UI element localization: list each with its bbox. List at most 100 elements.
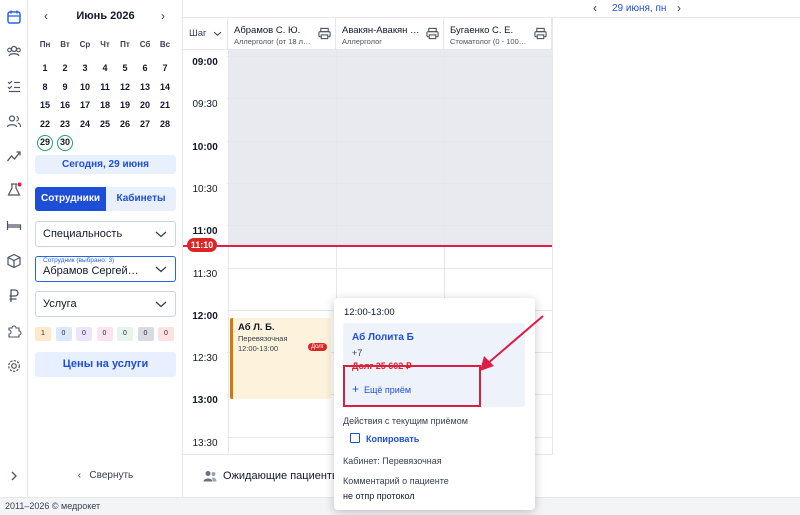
- time-label: 11:30: [192, 268, 218, 280]
- time-label: 13:00: [192, 395, 218, 407]
- calendar-day[interactable]: 12: [115, 82, 135, 92]
- calendar-header: ‹ Июнь 2026 ›: [28, 9, 183, 25]
- calendar-day[interactable]: 27: [135, 119, 155, 129]
- employee-column-header[interactable]: Абрамов С. Ю. Аллерголог (от 18 л…: [228, 18, 336, 50]
- time-gridline: [227, 98, 552, 100]
- employee-column-header[interactable]: Авакян-Авакян … Аллерголог: [336, 18, 444, 50]
- service-select[interactable]: Услуга: [35, 291, 176, 317]
- calendar-day[interactable]: 17: [75, 100, 95, 110]
- calendar-day[interactable]: 7: [155, 63, 175, 73]
- calendar-day[interactable]: 13: [135, 82, 155, 92]
- status-counter[interactable]: 0: [96, 327, 113, 341]
- employee-name: Абрамов С. Ю.: [234, 25, 301, 36]
- employee-column-header[interactable]: Бугаенко С. Е. Стоматолог (0 - 100…: [444, 18, 552, 50]
- calendar-day[interactable]: 30: [57, 135, 73, 151]
- calendar-day[interactable]: 10: [75, 82, 95, 92]
- calendar-next-button[interactable]: ›: [161, 9, 165, 23]
- calendar-day[interactable]: 22: [35, 119, 55, 129]
- calendar-day[interactable]: 19: [115, 100, 135, 110]
- sidebar-rail: [0, 0, 28, 497]
- column-divider: [228, 50, 229, 454]
- employee-name: Авакян-Авакян …: [342, 25, 420, 36]
- users-icon: [203, 471, 217, 482]
- chevron-down-icon: [155, 231, 167, 238]
- time-label: 12:00: [192, 310, 218, 322]
- calendar-day[interactable]: 20: [135, 100, 155, 110]
- copy-button[interactable]: Копировать: [350, 433, 419, 444]
- weekday-label: Вс: [159, 40, 171, 49]
- calendar-day[interactable]: 28: [155, 119, 175, 129]
- calendar-day[interactable]: 3: [75, 63, 95, 73]
- specialty-select[interactable]: Специальность: [35, 221, 176, 247]
- calendar-day[interactable]: 26: [115, 119, 135, 129]
- status-counter[interactable]: 0: [137, 327, 154, 341]
- calendar-day[interactable]: 4: [95, 63, 115, 73]
- expand-icon[interactable]: [6, 468, 22, 484]
- calendar-day[interactable]: 23: [55, 119, 75, 129]
- chart-icon[interactable]: [6, 148, 22, 164]
- prices-button[interactable]: Цены на услуги: [35, 352, 176, 377]
- appointment-card[interactable]: Аб Л. Б. Перевязочная 12:00-13:00 Долг: [230, 318, 331, 399]
- weekday-label: Пт: [120, 40, 130, 49]
- time-gridline: [227, 56, 552, 57]
- time-gridline: [227, 182, 552, 184]
- status-counter[interactable]: 0: [76, 327, 92, 341]
- step-label: Шаг: [189, 28, 207, 39]
- calendar-day[interactable]: 14: [155, 82, 175, 92]
- collapse-label: Свернуть: [89, 470, 134, 481]
- calendar-day[interactable]: 2: [55, 63, 75, 73]
- chevron-down-icon: [155, 266, 167, 273]
- calendar-day[interactable]: 1: [35, 63, 55, 73]
- time-label: 12:30: [192, 353, 218, 365]
- bed-icon[interactable]: [6, 217, 22, 233]
- status-counter[interactable]: 0: [158, 327, 174, 341]
- calendar-day[interactable]: 8: [35, 82, 55, 92]
- status-counter[interactable]: 0: [117, 327, 133, 341]
- patient-phone: +7: [352, 348, 363, 358]
- appointment-room: Перевязочная: [238, 334, 288, 343]
- calendar-day[interactable]: 11: [95, 82, 115, 92]
- puzzle-icon[interactable]: [6, 323, 22, 339]
- calendar-day[interactable]: 24: [75, 119, 95, 129]
- status-counter[interactable]: 1: [35, 327, 51, 341]
- box-icon[interactable]: [6, 253, 22, 269]
- ruble-icon[interactable]: [6, 288, 22, 304]
- current-date[interactable]: 29 июня, пн: [612, 3, 666, 14]
- calendar-day[interactable]: 6: [135, 63, 155, 73]
- tab-rooms[interactable]: Кабинеты: [106, 187, 176, 211]
- calendar-day[interactable]: 15: [35, 100, 55, 110]
- time-label: 10:30: [192, 183, 218, 195]
- calendar-icon[interactable]: [6, 9, 22, 25]
- print-icon[interactable]: [318, 27, 331, 40]
- weekday-label: Ср: [79, 40, 91, 49]
- calendar-day[interactable]: 21: [155, 100, 175, 110]
- print-icon[interactable]: [426, 27, 439, 40]
- checklist-icon[interactable]: [6, 78, 22, 94]
- gear-icon[interactable]: [6, 358, 22, 374]
- employee-specialty: Аллерголог (от 18 л…: [234, 37, 311, 46]
- today-button[interactable]: Сегодня, 29 июня: [35, 155, 176, 174]
- calendar-day[interactable]: 29: [37, 135, 53, 151]
- calendar-day[interactable]: 16: [55, 100, 75, 110]
- print-icon[interactable]: [534, 27, 547, 40]
- date-next-button[interactable]: ›: [677, 1, 681, 15]
- users-icon[interactable]: [6, 113, 22, 129]
- calendar-day[interactable]: 18: [95, 100, 115, 110]
- team-icon[interactable]: [6, 43, 22, 59]
- calendar-day[interactable]: 5: [115, 63, 135, 73]
- current-time-badge: 11:10: [187, 238, 217, 252]
- lab-icon[interactable]: [6, 182, 22, 198]
- weekday-label: Вт: [60, 40, 70, 49]
- employee-select[interactable]: Сотрудник (выбрано: 3) Абрамов Сергей…: [35, 256, 176, 282]
- calendar-day[interactable]: 9: [55, 82, 75, 92]
- weekday-label: Пн: [39, 40, 51, 49]
- calendar-day[interactable]: 25: [95, 119, 115, 129]
- room-info: Кабинет: Перевязочная: [343, 456, 442, 466]
- status-counter[interactable]: 0: [55, 327, 72, 341]
- date-prev-button[interactable]: ‹: [593, 1, 597, 15]
- step-header[interactable]: Шаг: [183, 18, 228, 50]
- patient-name-link[interactable]: Аб Лолита Б: [352, 332, 414, 343]
- date-bar: ‹ 29 июня, пн ›: [183, 0, 800, 18]
- collapse-button[interactable]: ‹ Свернуть: [28, 470, 183, 481]
- tab-employees[interactable]: Сотрудники: [35, 187, 106, 211]
